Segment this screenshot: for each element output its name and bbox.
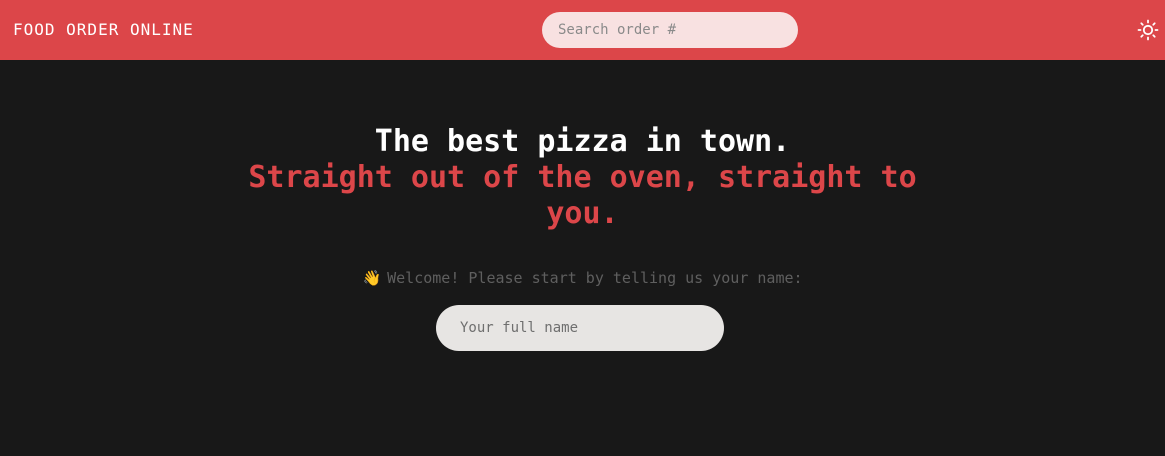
full-name-input[interactable] <box>436 305 724 351</box>
brand-title[interactable]: FOOD ORDER ONLINE <box>13 20 194 40</box>
hero-title: The best pizza in town. <box>374 124 791 159</box>
hero-heading: The best pizza in town. Straight out of … <box>0 124 1165 232</box>
welcome-message: 👋 Welcome! Please start by telling us you… <box>0 268 1165 288</box>
hero-subtitle: Straight out of the oven, straight to yo… <box>248 160 917 231</box>
waving-hand-icon: 👋 <box>362 269 382 287</box>
theme-toggle-button[interactable] <box>1137 19 1159 41</box>
top-header: FOOD ORDER ONLINE <box>0 0 1165 60</box>
welcome-text: Welcome! Please start by telling us your… <box>387 269 803 287</box>
sun-icon <box>1137 19 1159 41</box>
search-order-input[interactable] <box>542 12 798 48</box>
